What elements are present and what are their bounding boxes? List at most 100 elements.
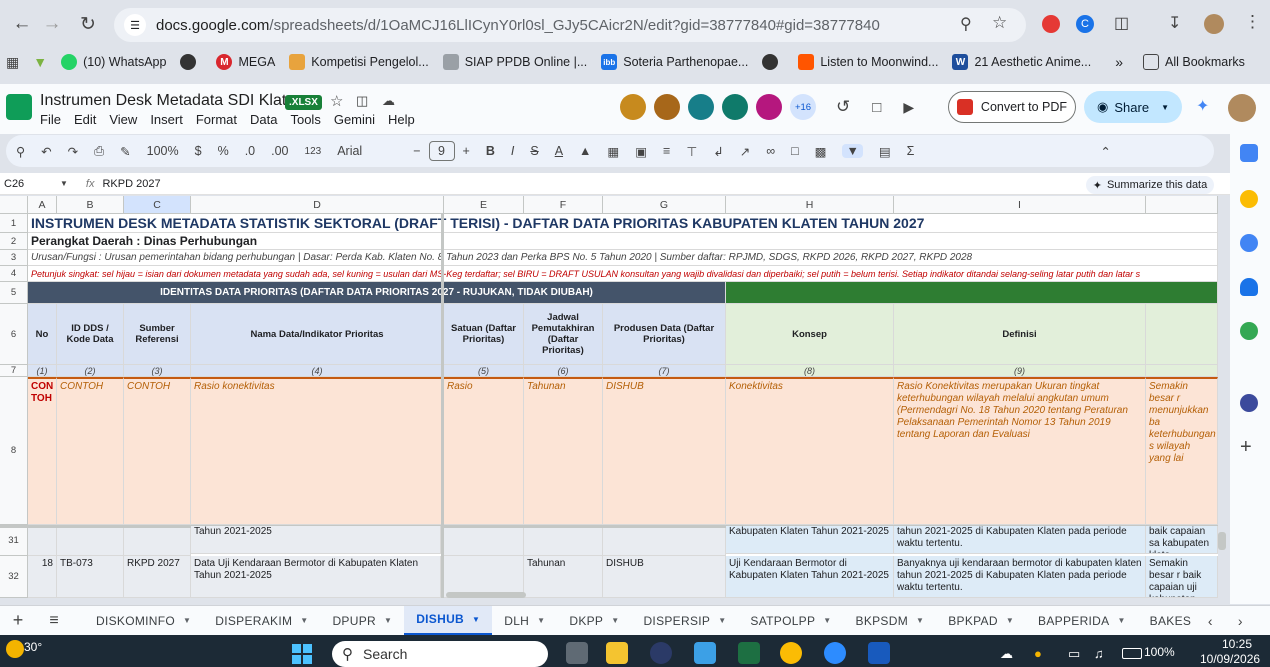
cell-i32[interactable]: Banyaknya uji kendaraan bermotor di kabu… [894,556,1146,598]
menu-format[interactable]: Format [196,112,237,127]
comments-icon[interactable]: □ [872,99,881,116]
vertical-scrollbar[interactable] [1218,532,1226,550]
cell-d32[interactable]: Data Uji Kendaraan Bermotor di Kabupaten… [191,556,441,598]
more-bookmarks-icon[interactable]: » [1115,54,1123,70]
bookmark-globe[interactable] [180,54,202,70]
cell-h32[interactable]: Uji Kendaraan Bermotor di Kabupaten Klat… [726,556,894,598]
bookmark-moonwind[interactable]: Listen to Moonwind... [798,54,938,70]
example-jadwal[interactable]: Tahunan [524,377,603,525]
back-icon[interactable]: ← [8,10,36,38]
cloud-icon[interactable]: ☁ [1000,646,1013,662]
merge-cells-icon[interactable]: ▣ [635,144,647,159]
example-next[interactable]: Semakin besar r menunjukkan ba keterhubu… [1146,377,1218,525]
bookmark-siap-ppdb[interactable]: SIAP PPDB Online |... [442,54,587,70]
column-header-c[interactable]: C [124,196,191,214]
horizontal-scrollbar[interactable] [446,592,526,598]
cell-h31[interactable]: Kabupaten Klaten Tahun 2021-2025 [726,526,894,554]
colnum-5[interactable]: (5) [444,365,524,377]
urusan-fungsi[interactable]: Urusan/Fungsi : Urusan pemerintahan bida… [28,250,1218,266]
cell-b32[interactable]: TB-073 [57,556,124,598]
insert-comment-icon[interactable]: □ [791,144,799,158]
text-color-icon[interactable]: A [555,144,563,158]
column-header-j[interactable] [1146,196,1218,214]
profile-avatar[interactable] [1204,14,1224,34]
collaborator-avatar[interactable] [722,94,748,120]
chrome-icon[interactable] [780,642,802,664]
tab-bpkpad[interactable]: BPKPAD ▼ [936,606,1026,636]
bookmark-anime[interactable]: W 21 Aesthetic Anime... [952,54,1091,70]
menu-insert[interactable]: Insert [150,112,183,127]
tab-dkpp[interactable]: DKPP ▼ [557,606,631,636]
print-icon[interactable]: ⎙ [94,144,104,159]
font-size-increase-icon[interactable]: + [463,144,470,158]
colnum-10[interactable] [1146,365,1218,377]
formula-input[interactable]: RKPD 2027 [102,178,160,190]
microphone-icon[interactable]: ● [1034,646,1042,661]
borders-icon[interactable]: ▦ [607,144,619,159]
colnum-8[interactable]: (8) [726,365,894,377]
redo-icon[interactable]: ↷ [68,144,78,159]
italic-icon[interactable]: I [511,144,514,158]
column-header-b[interactable]: B [57,196,124,214]
header-id-dds[interactable]: ID DDS / Kode Data [57,304,124,365]
menu-data[interactable]: Data [250,112,277,127]
select-all-corner[interactable] [0,196,28,214]
colnum-9[interactable]: (9) [894,365,1146,377]
text-wrap-icon[interactable]: ↲ [713,144,723,159]
zoom-lens-icon[interactable]: ⚲ [960,14,972,34]
decrease-decimal[interactable]: .0 [245,144,255,158]
tab-diskominfo[interactable]: DISKOMINFO ▼ [84,606,203,636]
forward-icon[interactable]: → [38,10,66,38]
paint-format-icon[interactable]: ✎ [120,144,130,159]
column-header-h[interactable]: H [726,196,894,214]
font-select[interactable]: Arial [337,144,397,158]
cell-g32[interactable]: DISHUB [603,556,726,598]
example-produsen[interactable]: DISHUB [603,377,726,525]
windows-start-icon[interactable] [292,644,312,664]
sheets-logo-icon[interactable] [6,94,32,120]
header-nama-data[interactable]: Nama Data/Indikator Prioritas [191,304,444,365]
example-sumber[interactable]: CONTOH [124,377,191,525]
opera-extension-icon[interactable] [1042,15,1060,33]
more-formats[interactable]: 123 [305,146,322,157]
more-collaborators[interactable]: +16 [790,94,816,120]
cell-a32[interactable]: 18 [28,556,57,598]
bold-icon[interactable]: B [486,144,495,158]
font-size-decrease-icon[interactable]: − [413,144,420,158]
spreadsheet-grid[interactable]: A B C D E F G H I 1 2 3 4 5 6 7 8 31 32 … [0,196,1218,598]
account-avatar[interactable] [1228,94,1256,122]
cell-a31[interactable] [28,528,57,556]
menu-view[interactable]: View [109,112,137,127]
task-view-icon[interactable] [566,642,588,664]
section-header-identitas[interactable]: IDENTITAS DATA PRIORITAS (DAFTAR DATA PR… [28,282,726,304]
header-satuan[interactable]: Satuan (Daftar Prioritas) [444,304,524,365]
insert-chart-icon[interactable]: ▩ [815,144,827,159]
volume-icon[interactable]: ♫ [1094,646,1104,661]
cell-g31[interactable] [603,528,726,556]
addon-icon[interactable] [1240,394,1258,412]
tab-satpolpp[interactable]: SATPOLPP ▼ [738,606,843,636]
collapse-toolbar-icon[interactable]: ⌃ [1100,144,1110,159]
reload-icon[interactable]: ↻ [74,10,102,38]
row-header[interactable]: 1 [0,214,28,233]
add-addon-icon[interactable]: + [1240,436,1252,459]
menu-file[interactable]: File [40,112,61,127]
example-definisi[interactable]: Rasio Konektivitas merupakan Ukuran ting… [894,377,1146,525]
menu-help[interactable]: Help [388,112,415,127]
cell-f31[interactable] [524,528,603,556]
header-next[interactable] [1146,304,1218,365]
fill-color-icon[interactable]: ▲ [579,144,591,158]
tasks-icon[interactable] [1240,234,1258,252]
bookmark-green-icon[interactable]: ▼ [33,54,47,70]
row-header[interactable]: 3 [0,250,28,266]
tab-menu-icon[interactable]: ▼ [183,616,191,625]
colnum-1[interactable]: (1) [28,365,57,377]
row-header[interactable]: 31 [0,525,28,556]
cell-d31[interactable]: Tahun 2021-2025 [191,526,441,554]
cell-f32[interactable]: Tahunan [524,556,603,598]
row-header[interactable]: 8 [0,377,28,525]
horizontal-align-icon[interactable]: ≡ [663,144,670,158]
header-jadwal[interactable]: Jadwal Pemutakhiran (Daftar Prioritas) [524,304,603,365]
tab-menu-icon[interactable]: ▼ [300,616,308,625]
zoom-select[interactable]: 100% [147,144,179,158]
